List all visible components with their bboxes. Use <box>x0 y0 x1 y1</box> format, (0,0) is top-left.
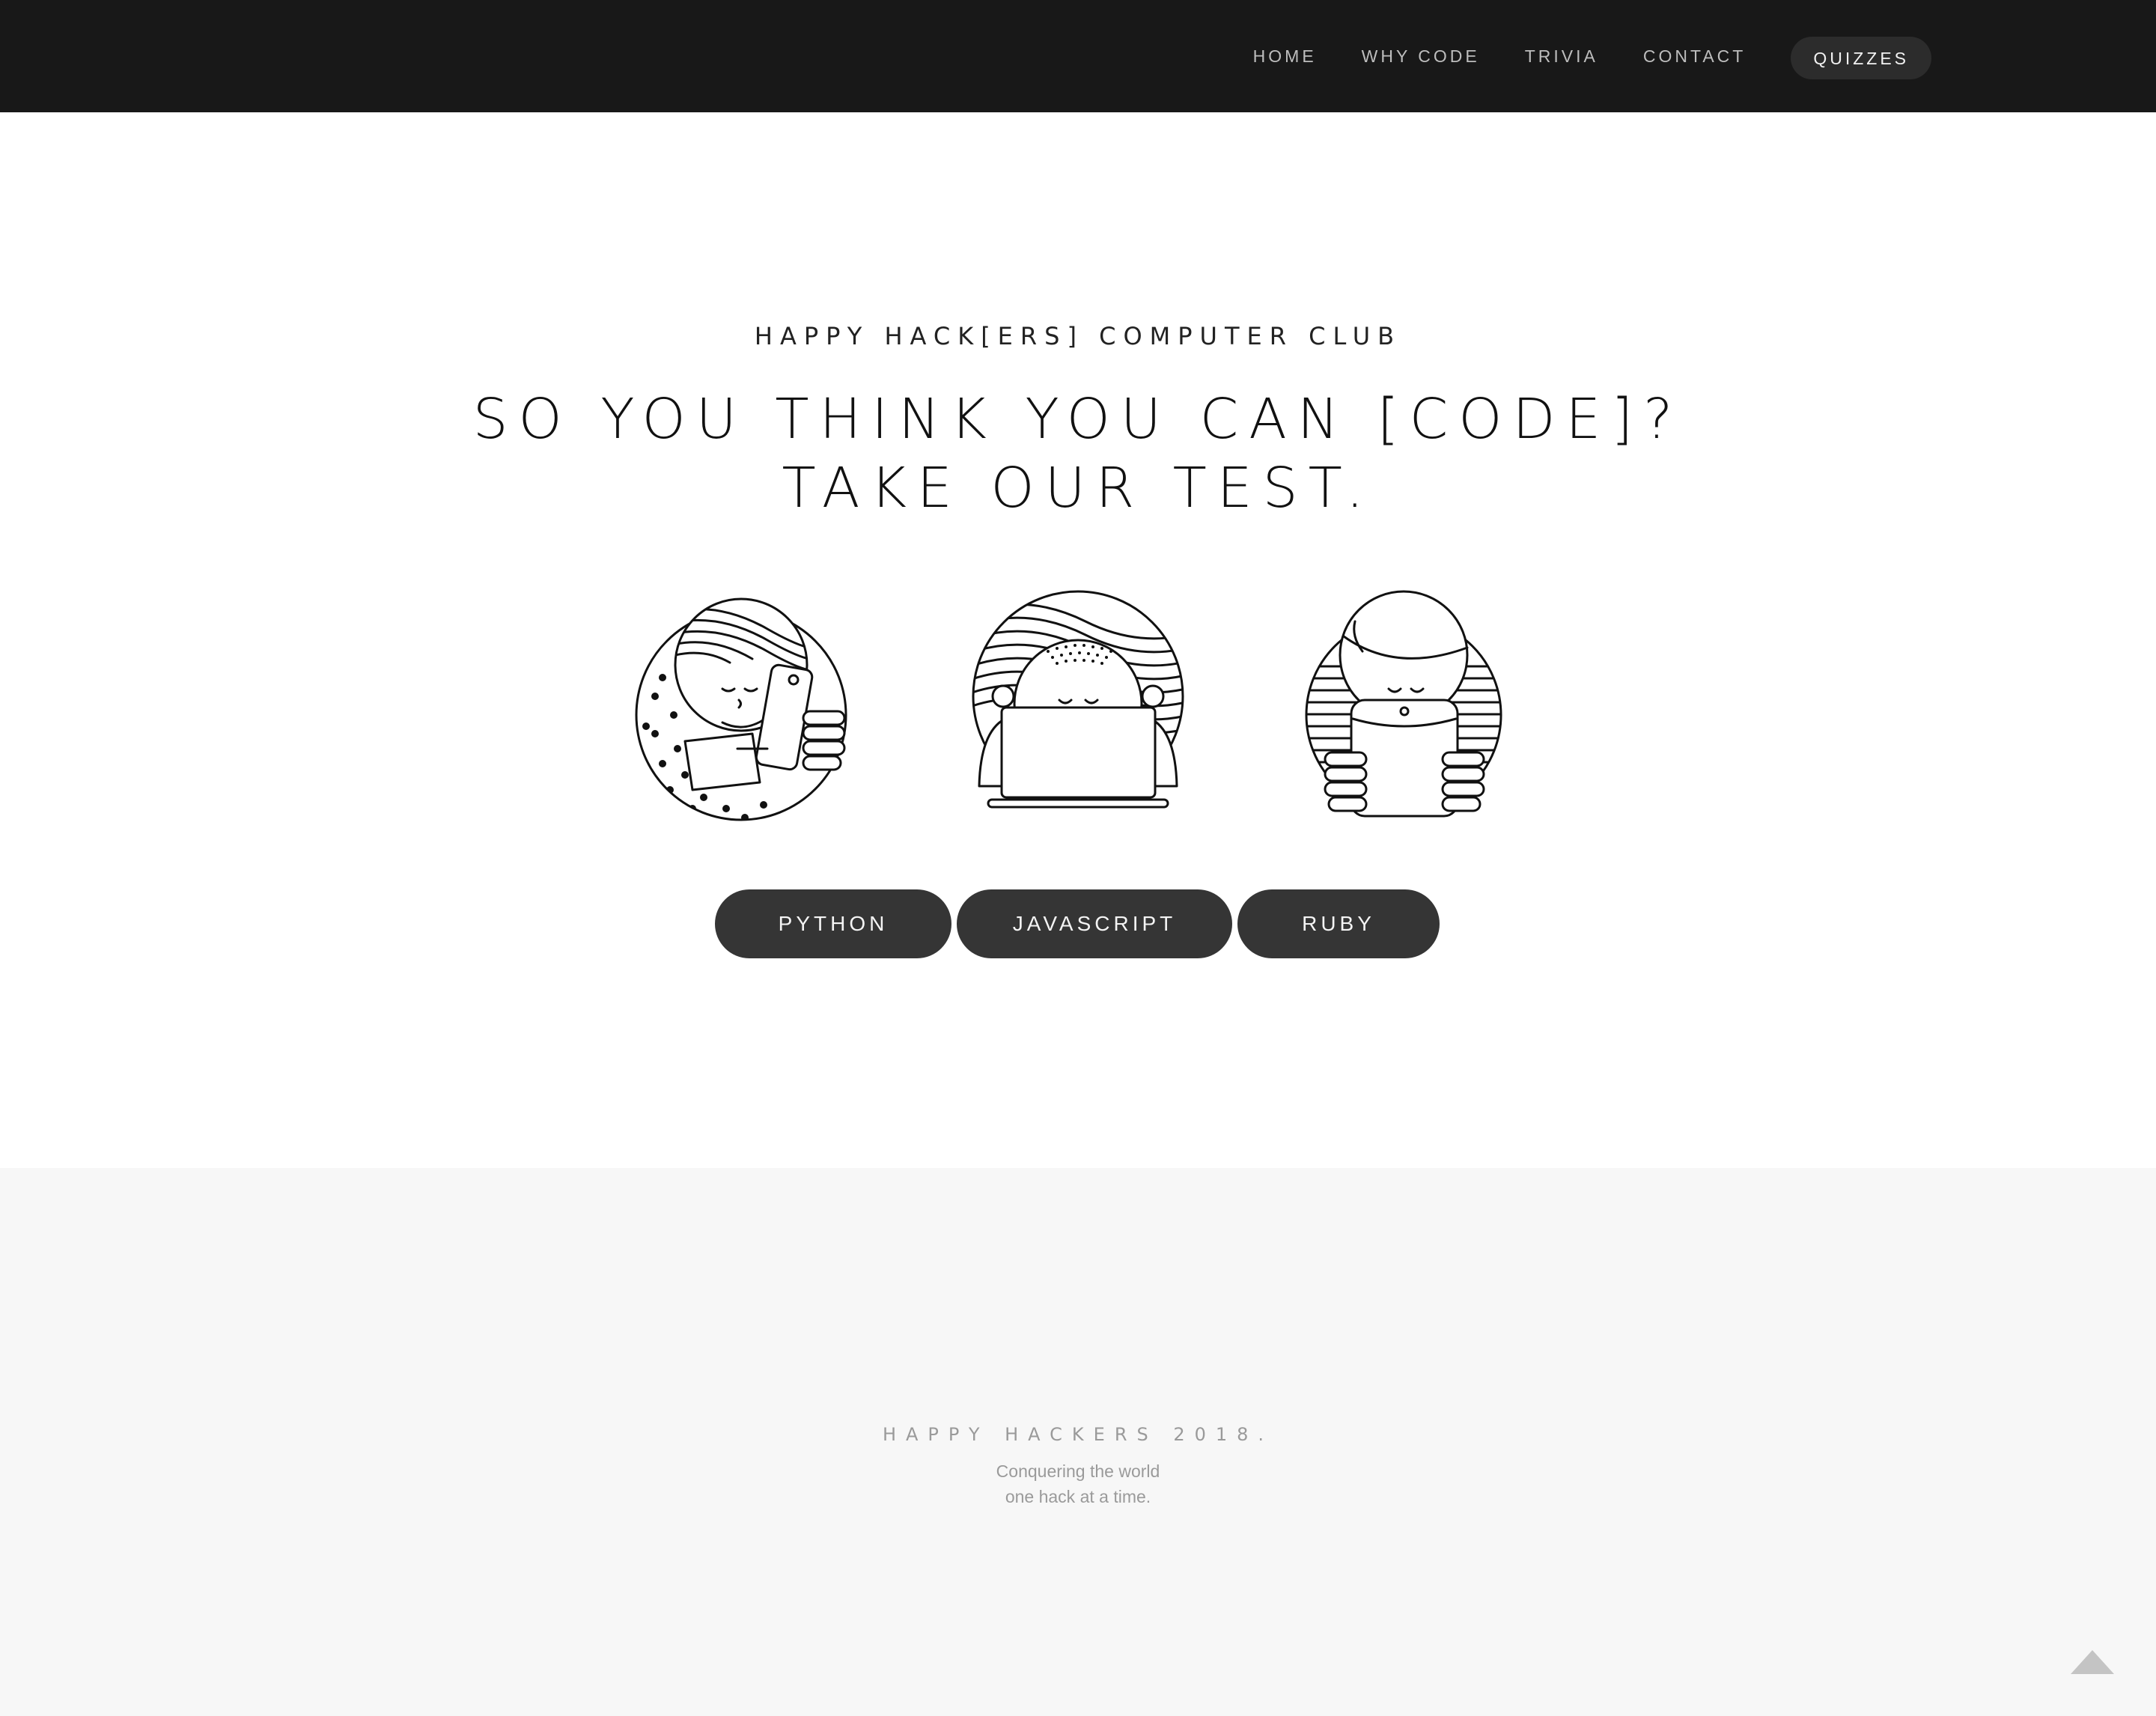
top-nav-bar: HOME WHY CODE TRIVIA CONTACT QUIZZES <box>0 0 2156 112</box>
footer-tagline-line-2: one hack at a time. <box>1005 1487 1151 1506</box>
scroll-to-top-icon[interactable] <box>2071 1650 2114 1674</box>
nav-link-home[interactable]: HOME <box>1253 46 1317 67</box>
club-name: HAPPY HACK[ERS] COMPUTER CLUB <box>754 322 1402 350</box>
footer-brand: HAPPY HACKERS 2018. <box>882 1424 1274 1445</box>
page-footer: HAPPY HACKERS 2018. Conquering the world… <box>0 1168 2156 1716</box>
person-with-phone-icon <box>633 584 872 824</box>
footer-tagline: Conquering the world one hack at a time. <box>0 1458 2156 1509</box>
ruby-quiz-button[interactable]: RUBY <box>1237 889 1440 958</box>
nav-link-quizzes-active[interactable]: QUIZZES <box>1791 36 1931 79</box>
headline-line-1: SO YOU THINK YOU CAN [CODE]? <box>472 387 1684 451</box>
javascript-quiz-button[interactable]: JAVASCRIPT <box>957 889 1232 958</box>
person-with-tablet-icon <box>1284 584 1523 824</box>
nav-link-contact[interactable]: CONTACT <box>1643 46 1746 67</box>
main-nav: HOME WHY CODE TRIVIA CONTACT QUIZZES <box>1208 0 1931 112</box>
footer-tagline-line-1: Conquering the world <box>996 1461 1160 1481</box>
hero-section: HAPPY HACK[ERS] COMPUTER CLUB SO YOU THI… <box>0 112 2156 1168</box>
person-with-laptop-icon <box>958 584 1198 824</box>
page-headline: SO YOU THINK YOU CAN [CODE]? TAKE OUR TE… <box>0 385 2156 523</box>
python-quiz-button[interactable]: PYTHON <box>715 889 951 958</box>
headline-line-2: TAKE OUR TEST. <box>782 456 1374 520</box>
quiz-button-row: PYTHON JAVASCRIPT RUBY <box>715 889 1440 958</box>
nav-link-trivia[interactable]: TRIVIA <box>1525 46 1598 67</box>
nav-link-why-code[interactable]: WHY CODE <box>1362 46 1480 67</box>
